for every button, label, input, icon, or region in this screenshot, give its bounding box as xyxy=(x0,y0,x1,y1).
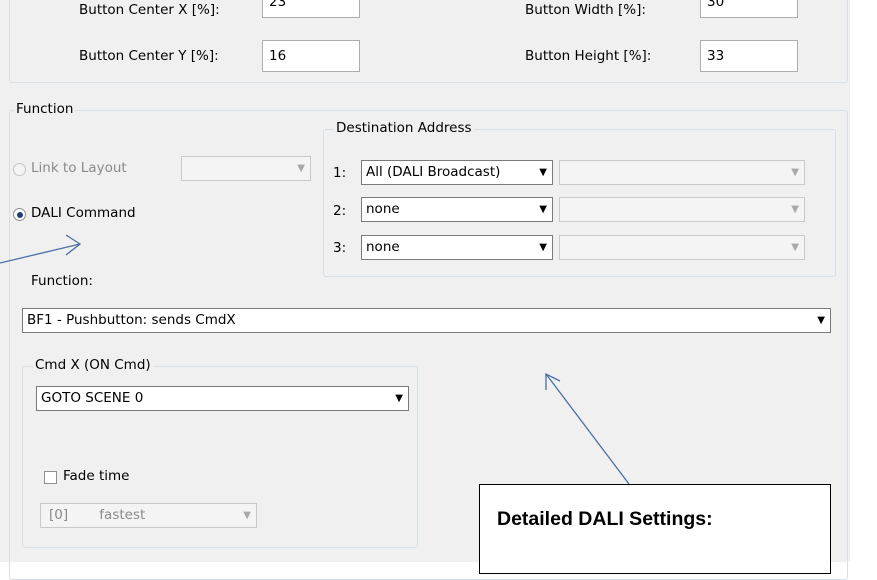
annotation-arrow-settings xyxy=(545,373,630,485)
annotation-arrows xyxy=(0,234,630,485)
annotation-callout: Detailed DALI Settings: xyxy=(479,484,831,574)
annotation-callout-text: Detailed DALI Settings: xyxy=(497,508,713,530)
